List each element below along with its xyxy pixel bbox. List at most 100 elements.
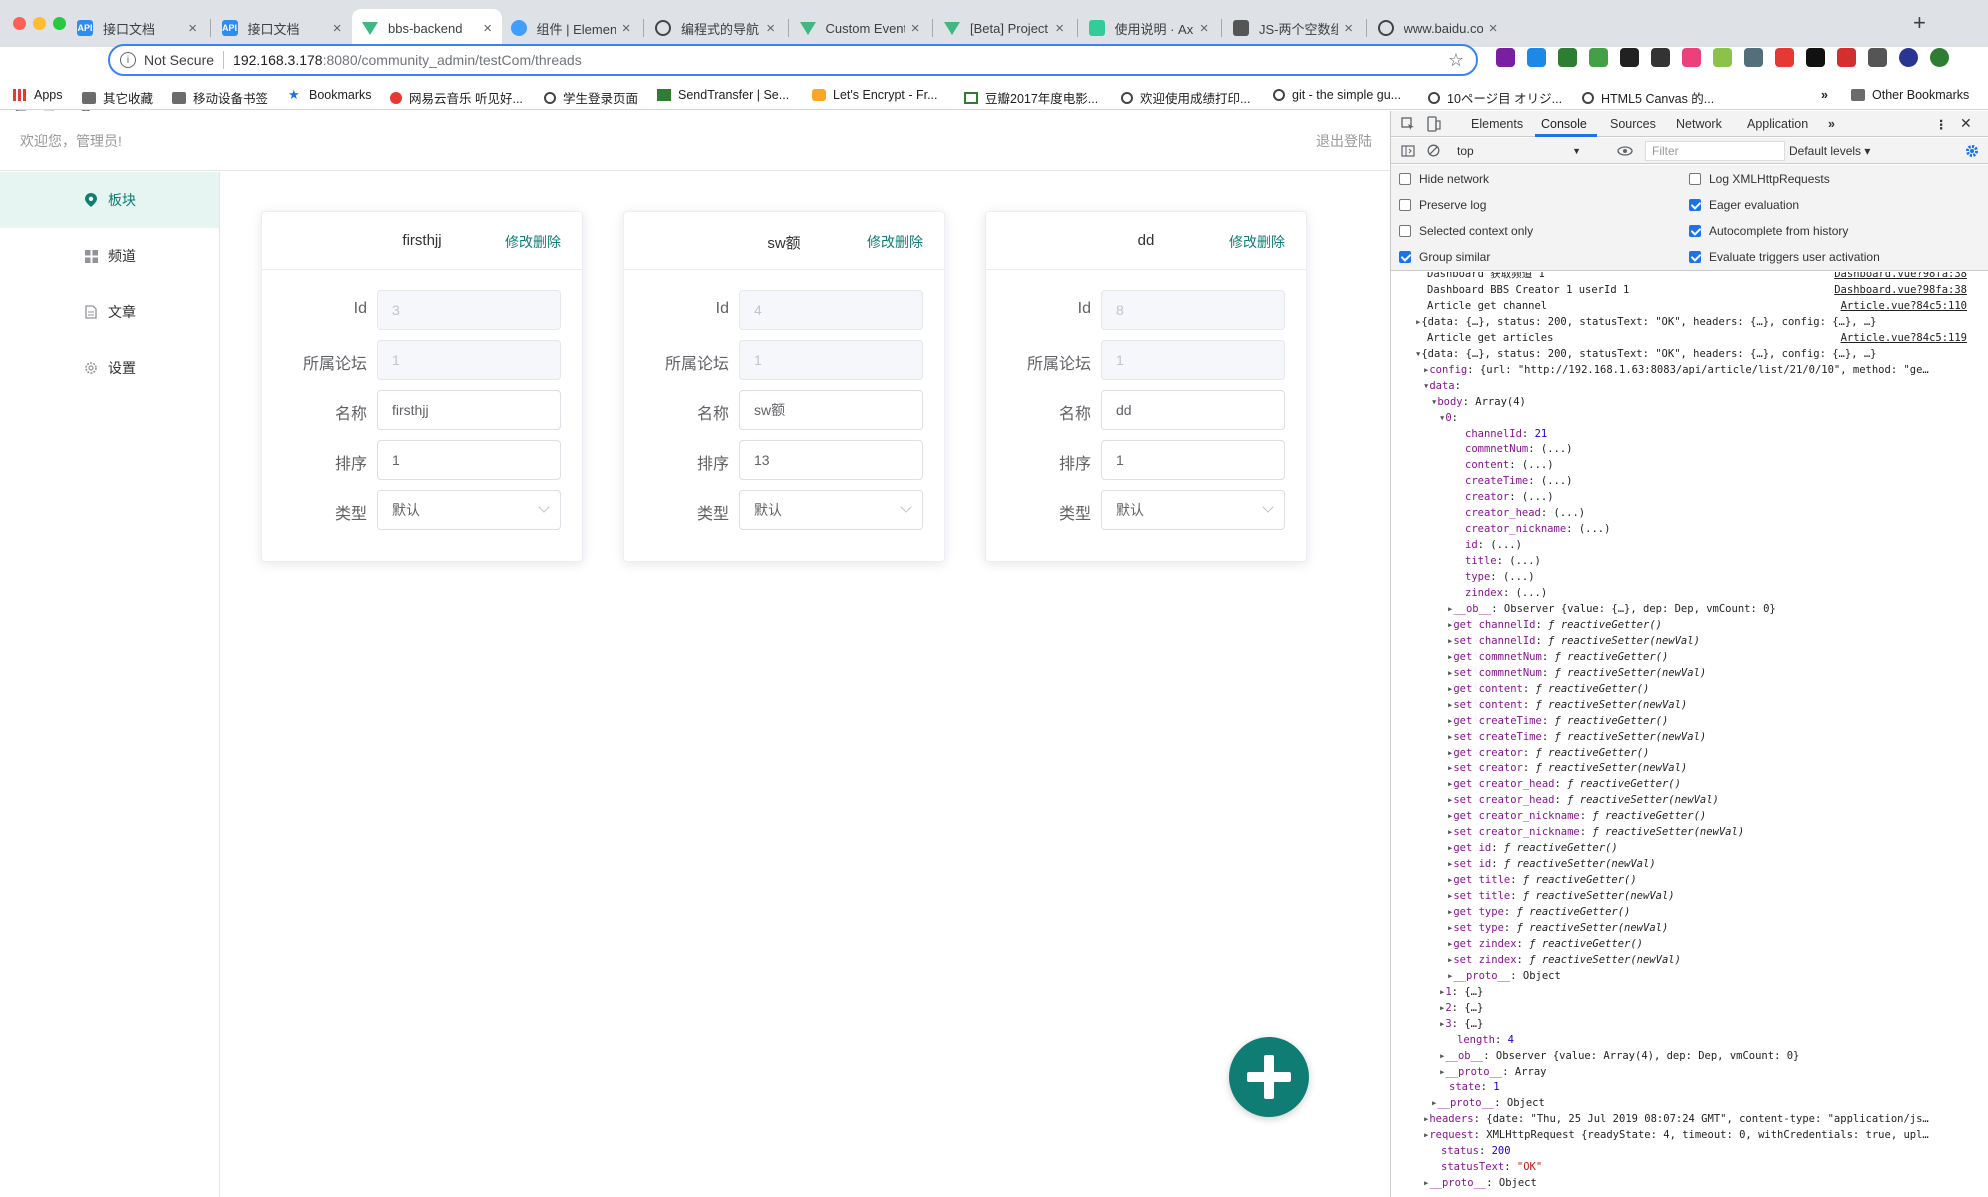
console-line[interactable]: ▸set id: ƒ reactiveSetter(newVal): [1391, 856, 1988, 872]
devtools-tab-sources[interactable]: Sources: [1610, 117, 1656, 131]
console-line[interactable]: ▾data:: [1391, 378, 1988, 394]
checkbox[interactable]: [1399, 173, 1411, 185]
bookmark-item[interactable]: 豆瓣2017年度电影...: [964, 88, 1098, 107]
console-line[interactable]: ▸headers: {date: "Thu, 25 Jul 2019 08:07…: [1391, 1111, 1988, 1127]
onenote-icon[interactable]: [1496, 48, 1515, 67]
inspect-element-icon[interactable]: [1401, 117, 1415, 131]
edit-delete-actions[interactable]: 修改删除: [1229, 232, 1285, 252]
console-line[interactable]: ▸get zindex: ƒ reactiveGetter(): [1391, 936, 1988, 952]
console-filter-input[interactable]: Filter: [1645, 141, 1785, 161]
close-tab-icon[interactable]: ×: [766, 20, 775, 37]
console-line[interactable]: ▸set zindex: ƒ reactiveSetter(newVal): [1391, 952, 1988, 968]
save-ext-icon[interactable]: [1930, 48, 1949, 67]
console-line[interactable]: ▸set channelId: ƒ reactiveSetter(newVal): [1391, 633, 1988, 649]
avatar-icon[interactable]: [1899, 48, 1918, 67]
refresh-ext-icon[interactable]: [1589, 48, 1608, 67]
browser-tab[interactable]: [Beta] Project tasks ×: [934, 9, 1074, 47]
console-line[interactable]: ▸get channelId: ƒ reactiveGetter(): [1391, 617, 1988, 633]
close-window-button[interactable]: [13, 17, 26, 30]
counter-ext-icon[interactable]: [1806, 48, 1825, 67]
sidebar-item[interactable]: 文章: [0, 284, 219, 340]
console-setting[interactable]: Eager evaluation: [1689, 198, 1799, 212]
console-line[interactable]: ▸2: {…}: [1391, 1000, 1988, 1016]
close-tab-icon[interactable]: ×: [333, 20, 342, 37]
console-line[interactable]: ▸set creator: ƒ reactiveSetter(newVal): [1391, 760, 1988, 776]
close-tab-icon[interactable]: ×: [911, 20, 920, 37]
console-line[interactable]: ▸config: {url: "http://192.168.1.63:8083…: [1391, 362, 1988, 378]
console-line[interactable]: ▸set title: ƒ reactiveSetter(newVal): [1391, 888, 1988, 904]
order-field[interactable]: 1: [377, 440, 561, 480]
console-line[interactable]: ▸get type: ƒ reactiveGetter(): [1391, 904, 1988, 920]
sidebar-item[interactable]: 频道: [0, 228, 219, 284]
type-select[interactable]: 默认: [377, 490, 561, 530]
console-line[interactable]: ▸set creator_nickname: ƒ reactiveSetter(…: [1391, 824, 1988, 840]
console-line[interactable]: ▸__proto__: Object: [1391, 1095, 1988, 1111]
browser-tab[interactable]: API 接口文档 ×: [212, 9, 352, 47]
bookmark-item[interactable]: 其它收藏: [82, 88, 153, 107]
checkbox[interactable]: [1399, 225, 1411, 237]
console-setting[interactable]: Selected context only: [1399, 224, 1533, 238]
info-icon[interactable]: i: [120, 52, 136, 68]
bookmark-item[interactable]: ★ Bookmarks: [288, 88, 372, 102]
new-tab-button[interactable]: +: [1913, 10, 1926, 36]
order-field[interactable]: 1: [1101, 440, 1285, 480]
office-ext-icon[interactable]: [1775, 48, 1794, 67]
bookmark-item[interactable]: 网易云音乐 听见好...: [390, 88, 523, 107]
bookmark-item[interactable]: 移动设备书签: [172, 88, 268, 107]
console-line[interactable]: ▸__proto__: Array: [1391, 1064, 1988, 1080]
browser-tab[interactable]: 编程式的导航 | Vue R ×: [645, 9, 785, 47]
browser-tab[interactable]: 使用说明 · Axios 中文 ×: [1079, 9, 1219, 47]
devtools-tab-network[interactable]: Network: [1676, 117, 1722, 131]
edit-delete-actions[interactable]: 修改删除: [505, 232, 561, 252]
close-tab-icon[interactable]: ×: [483, 20, 492, 37]
source-link[interactable]: Dashboard.vue?98fa:38: [1834, 282, 1967, 298]
other-bookmarks-folder[interactable]: Other Bookmarks: [1851, 88, 1969, 102]
bookmark-item[interactable]: SendTransfer | Se...: [657, 88, 789, 102]
name-field[interactable]: sw额: [739, 390, 923, 430]
console-line[interactable]: ▸__ob__: Observer {value: {…}, dep: Dep,…: [1391, 601, 1988, 617]
add-forum-button[interactable]: [1229, 1037, 1309, 1117]
bookmark-item[interactable]: git - the simple gu...: [1273, 88, 1401, 102]
source-link[interactable]: Article.vue?84c5:119: [1841, 330, 1967, 346]
console-line[interactable]: ▸get createTime: ƒ reactiveGetter(): [1391, 713, 1988, 729]
console-setting[interactable]: Evaluate triggers user activation: [1689, 250, 1880, 264]
bookmark-item[interactable]: Apps: [13, 88, 63, 102]
checkbox[interactable]: [1689, 251, 1701, 263]
console-setting[interactable]: Autocomplete from history: [1689, 224, 1848, 238]
maximize-window-button[interactable]: [53, 17, 66, 30]
sidebar-toggle-icon[interactable]: [1401, 145, 1415, 157]
console-setting[interactable]: Preserve log: [1399, 198, 1486, 212]
console-line[interactable]: ▸set creator_head: ƒ reactiveSetter(newV…: [1391, 792, 1988, 808]
console-setting[interactable]: Group similar: [1399, 250, 1490, 264]
close-tab-icon[interactable]: ×: [1344, 20, 1353, 37]
console-line[interactable]: ▸__proto__: Object: [1391, 1175, 1988, 1191]
console-line[interactable]: ▸{data: {…}, status: 200, statusText: "O…: [1391, 314, 1988, 330]
console-line[interactable]: ▸1: {…}: [1391, 984, 1988, 1000]
console-line[interactable]: ▸request: XMLHttpRequest {readyState: 4,…: [1391, 1127, 1988, 1143]
gallery-ext-icon[interactable]: [1744, 48, 1763, 67]
sidebar-item[interactable]: 设置: [0, 340, 219, 396]
bookmark-item[interactable]: Let's Encrypt - Fr...: [812, 88, 938, 102]
screenshot-icon[interactable]: [1527, 48, 1546, 67]
console-setting[interactable]: Log XMLHttpRequests: [1689, 172, 1830, 186]
cursor-ext-icon[interactable]: [1620, 48, 1639, 67]
close-tab-icon[interactable]: ×: [622, 20, 631, 37]
console-line[interactable]: ▸get creator: ƒ reactiveGetter(): [1391, 745, 1988, 761]
eye-icon[interactable]: [1617, 146, 1633, 156]
console-line[interactable]: ▸get id: ƒ reactiveGetter(): [1391, 840, 1988, 856]
kebab-menu-icon[interactable]: ⋮: [1935, 117, 1948, 132]
console-setting[interactable]: Hide network: [1399, 172, 1489, 186]
console-line[interactable]: ▾{data: {…}, status: 200, statusText: "O…: [1391, 346, 1988, 362]
console-line[interactable]: ▸get content: ƒ reactiveGetter(): [1391, 681, 1988, 697]
console-line[interactable]: ▸3: {…}: [1391, 1016, 1988, 1032]
devtools-tab-application[interactable]: Application: [1747, 117, 1808, 131]
close-tab-icon[interactable]: ×: [188, 20, 197, 37]
close-tab-icon[interactable]: ×: [1489, 20, 1498, 37]
sidebar-item[interactable]: 板块: [0, 172, 219, 228]
checkbox[interactable]: [1689, 199, 1701, 211]
console-line[interactable]: ▾0:: [1391, 410, 1988, 426]
log-levels-dropdown[interactable]: Default levels ▾: [1789, 144, 1870, 158]
download-ext-icon[interactable]: [1868, 48, 1887, 67]
bilibili-ext-icon[interactable]: [1682, 48, 1701, 67]
clear-console-icon[interactable]: [1427, 144, 1440, 157]
